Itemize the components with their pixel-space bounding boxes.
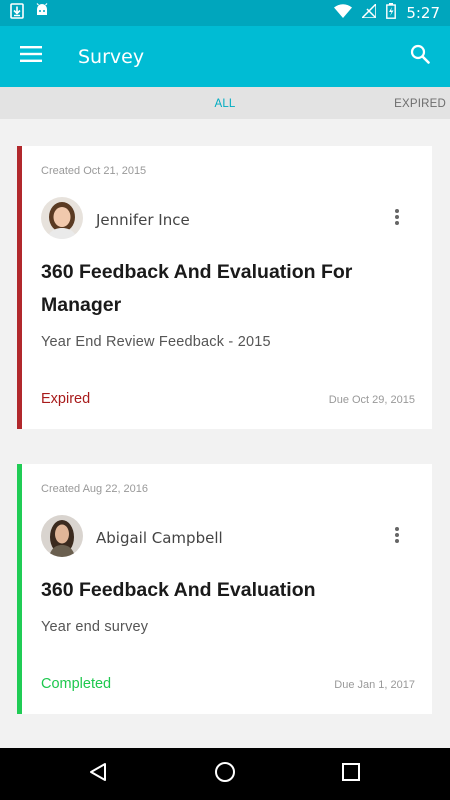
due-date: Due Oct 29, 2015 [328, 394, 415, 406]
status-label: Completed [41, 676, 112, 692]
android-icon [34, 2, 50, 24]
survey-description: Year End Review Feedback - 2015 [41, 334, 271, 350]
download-icon [10, 2, 24, 24]
survey-title: 360 Feedback And Evaluation For Manager [41, 261, 353, 316]
home-icon [214, 761, 236, 788]
search-button[interactable] [389, 26, 450, 87]
more-vert-icon [395, 526, 399, 548]
search-icon [410, 44, 430, 69]
menu-icon [19, 46, 42, 67]
status-indicator-bar [17, 464, 22, 714]
app-bar: Survey [0, 26, 450, 87]
page-title: Survey [78, 45, 145, 68]
created-date: Created Aug 22, 2016 [41, 483, 149, 495]
avatar [41, 515, 83, 557]
author-name: Jennifer Ince [96, 211, 190, 229]
tab-all[interactable]: ALL [200, 87, 250, 119]
wifi-icon [334, 3, 353, 23]
more-vert-icon [395, 208, 399, 230]
clock-time: 5:27 [406, 4, 440, 22]
more-options-button[interactable] [387, 524, 407, 550]
system-nav-bar [0, 748, 450, 800]
more-options-button[interactable] [387, 206, 407, 232]
due-date: Due Jan 1, 2017 [334, 679, 415, 691]
survey-card[interactable]: Created Oct 21, 2015 Jennifer Ince 360 F… [17, 146, 432, 429]
created-date: Created Oct 21, 2015 [41, 165, 147, 177]
menu-button[interactable] [0, 26, 61, 87]
back-icon [89, 762, 107, 787]
tab-expired[interactable]: EXPIRED [394, 87, 446, 119]
survey-title: 360 Feedback And Evaluation [41, 579, 316, 601]
tab-bar: ALL EXPIRED [0, 87, 450, 119]
recents-icon [342, 762, 360, 786]
survey-description: Year end survey [41, 619, 149, 635]
survey-card[interactable]: Created Aug 22, 2016 Abigail Campbell 36… [17, 464, 432, 714]
no-signal-icon [360, 1, 378, 23]
home-button[interactable] [195, 748, 255, 800]
status-indicator-bar [17, 146, 22, 429]
battery-charging-icon [386, 2, 397, 24]
status-label: Expired [41, 391, 91, 407]
author-name: Abigail Campbell [96, 529, 223, 547]
avatar [41, 197, 83, 239]
recents-button[interactable] [321, 748, 381, 800]
status-bar: 5:27 [0, 0, 450, 26]
back-button[interactable] [68, 748, 128, 800]
